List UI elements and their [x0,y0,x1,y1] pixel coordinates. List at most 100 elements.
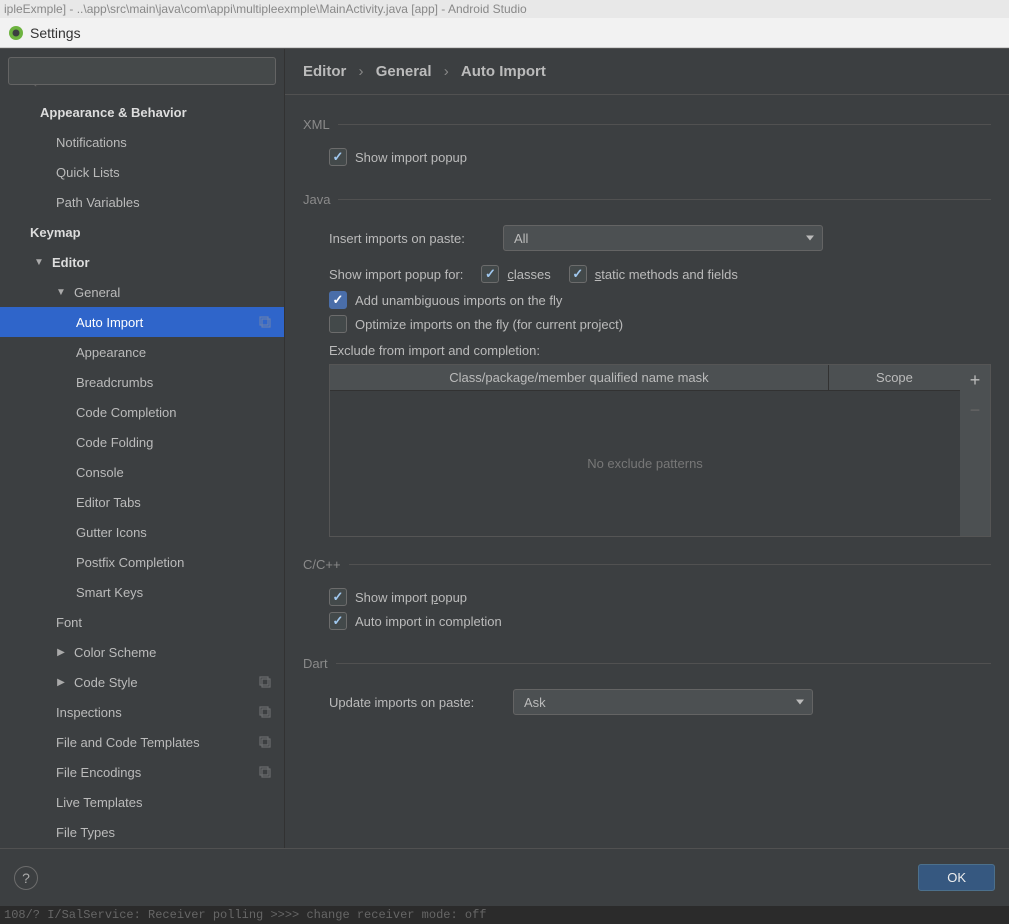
window-titlebar: Settings [0,18,1009,48]
crumb-auto-import: Auto Import [461,63,546,80]
static-label: static methods and fields [595,267,738,282]
background-titlebar: ipleExmple] - ..\app\src\main\java\com\a… [0,0,1009,18]
optimize-imports-label: Optimize imports on the fly (for current… [355,317,623,332]
remove-exclude-button[interactable]: − [960,395,990,425]
optimize-imports-checkbox[interactable] [329,315,347,333]
tree-item-label: Notifications [56,135,127,150]
tree-item-label: Code Style [74,675,138,690]
tree-item-file-encodings[interactable]: File Encodings [0,757,284,787]
tree-item-console[interactable]: Console [0,457,284,487]
tree-item-code-style[interactable]: ▶ Code Style [0,667,284,697]
exclude-label: Exclude from import and completion: [329,343,991,358]
add-unambiguous-checkbox[interactable] [329,291,347,309]
tree-item-appearance[interactable]: Appearance [0,337,284,367]
section-cpp: C/C++ [303,557,991,572]
tree-item-label: Code Completion [76,405,176,420]
static-checkbox[interactable] [569,265,587,283]
tree-item-file-and-code-templates[interactable]: File and Code Templates [0,727,284,757]
cpp-show-popup-checkbox[interactable] [329,588,347,606]
add-unambiguous-label: Add unambiguous imports on the fly [355,293,562,308]
chevron-right-icon: › [359,63,364,80]
app-icon [8,25,24,41]
expand-arrow-icon: ▼ [56,287,66,298]
crumb-general[interactable]: General [376,63,432,80]
tree-item-label: Code Folding [76,435,153,450]
crumb-editor[interactable]: Editor [303,63,346,80]
tree-item-label: Gutter Icons [76,525,147,540]
add-exclude-button[interactable]: + [960,365,990,395]
tree-item-smart-keys[interactable]: Smart Keys [0,577,284,607]
tree-item-color-scheme[interactable]: ▶ Color Scheme [0,637,284,667]
tree-item-inspections[interactable]: Inspections [0,697,284,727]
tree-item-label: Live Templates [56,795,142,810]
tree-item-label: Color Scheme [74,645,156,660]
settings-tree[interactable]: Appearance & Behavior Notifications Quick … [0,93,284,848]
tree-item-appearance-behavior[interactable]: Appearance & Behavior [0,97,284,127]
sidebar: 🔍 Appearance & BehaviorNotificationsQuic… [0,49,285,848]
tree-item-label: File and Code Templates [56,735,200,750]
tree-item-label: Appearance & Behavior [40,105,187,120]
footer: ? OK [0,848,1009,906]
classes-label: classes [507,267,550,282]
tree-item-keymap[interactable]: Keymap [0,217,284,247]
classes-checkbox[interactable] [481,265,499,283]
tree-item-path-variables[interactable]: Path Variables [0,187,284,217]
dart-update-select[interactable]: Ask [513,689,813,715]
exclude-empty: No exclude patterns [330,391,960,536]
breadcrumb: Editor › General › Auto Import [285,49,1009,95]
window-title: Settings [30,25,81,41]
cpp-auto-import-label: Auto import in completion [355,614,502,629]
tree-item-file-types[interactable]: File Types [0,817,284,847]
tree-item-quick-lists[interactable]: Quick Lists [0,157,284,187]
ok-button[interactable]: OK [918,864,995,891]
tree-item-label: Smart Keys [76,585,143,600]
col-mask[interactable]: Class/package/member qualified name mask [330,365,829,390]
tree-item-label: General [74,285,120,300]
search-input[interactable] [8,57,276,85]
exclude-table: Class/package/member qualified name mask… [329,364,991,537]
tree-item-label: Breadcrumbs [76,375,153,390]
tree-item-label: File Encodings [56,765,141,780]
expand-arrow-icon: ▶ [56,677,66,688]
col-scope[interactable]: Scope [829,365,960,390]
tree-item-live-templates[interactable]: Live Templates [0,787,284,817]
main-panel: Editor › General › Auto Import XML Show … [285,49,1009,848]
tree-item-code-completion[interactable]: Code Completion [0,397,284,427]
section-dart: Dart [303,656,991,671]
section-xml: XML [303,117,991,132]
tree-item-notifications[interactable]: Notifications [0,127,284,157]
tree-item-label: Font [56,615,82,630]
cpp-show-popup-label: Show import popup [355,590,467,605]
tree-item-label: Appearance [76,345,146,360]
tree-item-code-folding[interactable]: Code Folding [0,427,284,457]
tree-item-label: Path Variables [56,195,140,210]
tree-item-label: Auto Import [76,315,143,330]
tree-item-label: Quick Lists [56,165,120,180]
tree-item-label: Keymap [30,225,81,240]
tree-item-editor[interactable]: ▼Editor [0,247,284,277]
dart-update-label: Update imports on paste: [329,695,499,710]
tree-item-label: Postfix Completion [76,555,184,570]
tree-item-breadcrumbs[interactable]: Breadcrumbs [0,367,284,397]
expand-arrow-icon: ▶ [56,647,66,658]
tree-item-label: File Types [56,825,115,840]
tree-item-font[interactable]: Font [0,607,284,637]
tree-item-label: Editor Tabs [76,495,141,510]
tree-item-auto-import[interactable]: Auto Import [0,307,284,337]
tree-item-general[interactable]: ▼ General [0,277,284,307]
insert-imports-select[interactable]: All [503,225,823,251]
tree-item-gutter-icons[interactable]: Gutter Icons [0,517,284,547]
tree-item-postfix-completion[interactable]: Postfix Completion [0,547,284,577]
tree-item-editor-tabs[interactable]: Editor Tabs [0,487,284,517]
chevron-right-icon: › [444,63,449,80]
show-popup-for-label: Show import popup for: [329,267,463,282]
cpp-auto-import-checkbox[interactable] [329,612,347,630]
tree-item-label: Inspections [56,705,122,720]
background-console: 108/? I/SalService: Receiver polling >>>… [0,906,1009,924]
xml-show-popup-label: Show import popup [355,150,467,165]
help-button[interactable]: ? [14,866,38,890]
expand-arrow-icon: ▼ [34,257,44,268]
xml-show-popup-checkbox[interactable] [329,148,347,166]
insert-imports-label: Insert imports on paste: [329,231,489,246]
section-java: Java [303,192,991,207]
